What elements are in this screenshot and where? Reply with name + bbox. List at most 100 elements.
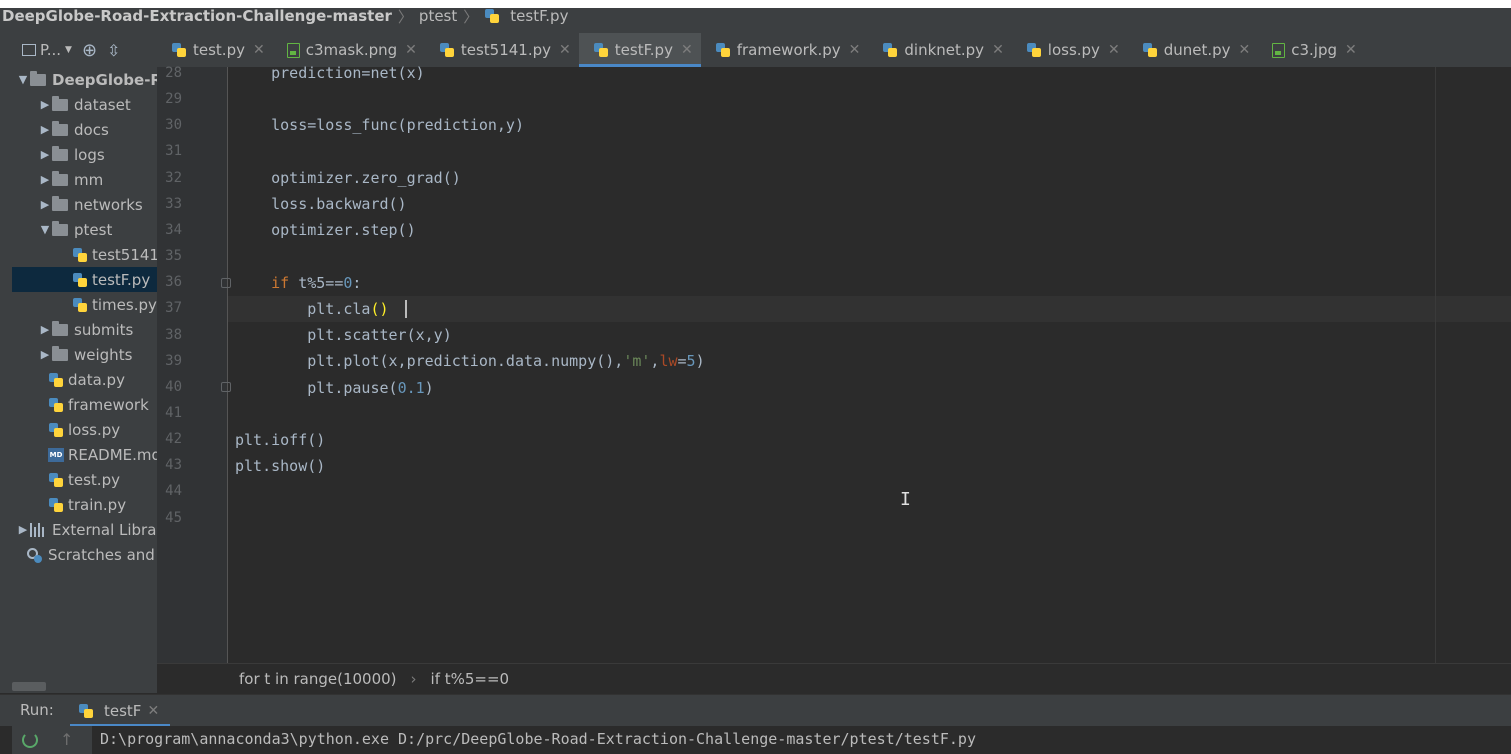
scroll-up-arrow-icon[interactable]: ↑	[60, 730, 73, 749]
tree-item-label: External Libraries	[52, 520, 157, 539]
breadcrumb-file[interactable]: testF.py	[510, 7, 568, 25]
python-file-icon	[48, 422, 64, 438]
code-line-40: plt.pause(0.1)	[235, 375, 433, 401]
close-icon[interactable]: ✕	[681, 42, 693, 58]
rerun-icon[interactable]	[22, 732, 38, 748]
tab-test5141-py[interactable]: test5141.py ✕	[425, 33, 579, 67]
folder-icon	[52, 145, 68, 161]
chevron-right-icon[interactable]: ▶	[38, 323, 52, 336]
chevron-down-icon[interactable]: ▼	[16, 73, 30, 86]
tree-item-ptest[interactable]: ▼ ptest	[12, 217, 157, 242]
tab-loss-py[interactable]: loss.py ✕	[1012, 33, 1128, 67]
dropdown-arrow-icon: ▼	[65, 45, 72, 55]
tree-item-test-py[interactable]: test.py	[12, 467, 157, 492]
fold-marker-icon[interactable]	[221, 278, 231, 288]
close-icon[interactable]: ✕	[1345, 42, 1357, 58]
python-file-icon	[882, 42, 898, 58]
tree-item-logs[interactable]: ▶ logs	[12, 142, 157, 167]
tab-dunet-py[interactable]: dunet.py ✕	[1128, 33, 1259, 67]
tab-testf-py[interactable]: testF.py ✕	[578, 33, 701, 67]
run-console[interactable]: ↑ D:\program\annaconda3\python.exe D:/pr…	[0, 726, 1511, 754]
fold-marker-icon[interactable]	[221, 382, 231, 392]
code-text: plt.pause(	[307, 379, 398, 397]
tree-item-networks[interactable]: ▶ networks	[12, 192, 157, 217]
python-icon	[78, 703, 94, 719]
python-file-icon	[72, 247, 88, 263]
chevron-down-icon[interactable]: ▼	[38, 223, 52, 236]
tree-item-data-py[interactable]: data.py	[12, 367, 157, 392]
tab-framework-py[interactable]: framework.py ✕	[701, 33, 869, 67]
chevron-right-icon[interactable]: ▶	[38, 148, 52, 161]
tab-label: testF.py	[614, 41, 673, 59]
breadcrumb-folder[interactable]: ptest	[419, 7, 457, 25]
close-icon[interactable]: ✕	[147, 703, 159, 719]
chevron-right-icon: 〉	[397, 7, 413, 26]
line-number: 39	[165, 352, 182, 369]
tab-dinknet-py[interactable]: dinknet.py ✕	[868, 33, 1011, 67]
tree-item-scratches-and-consoles[interactable]: Scratches and Consoles	[12, 542, 157, 567]
tab-label: c3mask.png	[305, 41, 398, 59]
code-breadcrumb-if-block[interactable]: if t%5==0	[431, 670, 510, 688]
close-icon[interactable]: ✕	[1239, 42, 1251, 58]
tree-item-label: logs	[74, 145, 105, 164]
tree-item-label: README.md	[68, 445, 157, 464]
project-view-label: P...	[40, 41, 62, 59]
tree-item-testf-py[interactable]: testF.py	[12, 267, 157, 292]
number-literal: 5	[686, 352, 696, 370]
horizontal-scrollbar[interactable]	[12, 682, 46, 691]
python-file-icon	[1026, 42, 1042, 58]
tree-item-label: submits	[74, 320, 134, 339]
tree-item-train-py[interactable]: train.py	[12, 492, 157, 517]
tree-item-times-py[interactable]: times.py	[12, 292, 157, 317]
chevron-right-icon[interactable]: ▶	[38, 123, 52, 136]
chevron-right-icon[interactable]: ▶	[38, 348, 52, 361]
string-literal: 'm'	[623, 352, 651, 370]
tab-label: c3.jpg	[1291, 41, 1338, 59]
breadcrumb: DeepGlobe-Road-Extraction-Challenge-mast…	[2, 5, 568, 27]
python-file-icon	[48, 472, 64, 488]
line-number: 33	[165, 195, 182, 212]
chevron-right-icon[interactable]: ▶	[38, 98, 52, 111]
code-breadcrumb-for-loop[interactable]: for t in range(10000)	[239, 670, 397, 688]
tree-item-dataset[interactable]: ▶ dataset	[12, 92, 157, 117]
close-icon[interactable]: ✕	[405, 42, 417, 58]
close-icon[interactable]: ✕	[1108, 42, 1120, 58]
close-icon[interactable]: ✕	[992, 42, 1004, 58]
locate-target-icon[interactable]: ⊕	[82, 40, 97, 61]
run-tab-testF[interactable]: testF ✕	[70, 695, 170, 727]
close-icon[interactable]: ✕	[253, 42, 265, 58]
tree-item-framework[interactable]: framework	[12, 392, 157, 417]
breadcrumb-project[interactable]: DeepGlobe-Road-Extraction-Challenge-mast…	[2, 7, 392, 25]
python-file-icon	[171, 42, 187, 58]
chevron-right-icon[interactable]: ▶	[38, 198, 52, 211]
code-line-39: plt.plot(x,prediction.data.numpy(),'m',l…	[235, 348, 704, 374]
close-icon[interactable]: ✕	[559, 42, 571, 58]
code-line-38: plt.scatter(x,y)	[235, 322, 452, 348]
scratches-icon	[26, 547, 42, 563]
markdown-file-icon: MD	[48, 447, 64, 462]
tree-item-loss-py[interactable]: loss.py	[12, 417, 157, 442]
line-number: 30	[165, 117, 182, 134]
close-icon[interactable]: ✕	[849, 42, 861, 58]
project-view-selector[interactable]: P... ▼	[22, 41, 72, 59]
python-file-icon	[593, 42, 609, 58]
tree-item-docs[interactable]: ▶ docs	[12, 117, 157, 142]
chevron-right-icon[interactable]: ▶	[38, 173, 52, 186]
collapse-all-icon[interactable]: ⇳	[107, 41, 120, 60]
tree-item-readme-md[interactable]: MD README.md	[12, 442, 157, 467]
tree-item-weights[interactable]: ▶ weights	[12, 342, 157, 367]
tree-item-label: dataset	[74, 95, 131, 114]
code-line-28: prediction=net(x)	[235, 64, 425, 82]
tree-item-mm[interactable]: ▶ mm	[12, 167, 157, 192]
tree-item-label: data.py	[68, 370, 125, 389]
tree-item-deepglobe-r[interactable]: ▼ DeepGlobe-R	[12, 67, 157, 92]
tree-item-submits[interactable]: ▶ submits	[12, 317, 157, 342]
tree-item-label: train.py	[68, 495, 127, 514]
chevron-right-icon[interactable]: ▶	[16, 523, 30, 536]
tab-label: dunet.py	[1163, 41, 1231, 59]
tree-item-test5141[interactable]: test5141	[12, 242, 157, 267]
folder-icon	[52, 220, 68, 236]
tree-item-external-libraries[interactable]: ▶ External Libraries	[12, 517, 157, 542]
tab-label: loss.py	[1047, 41, 1100, 59]
tab-c3-jpg[interactable]: c3.jpg ✕	[1258, 33, 1365, 67]
